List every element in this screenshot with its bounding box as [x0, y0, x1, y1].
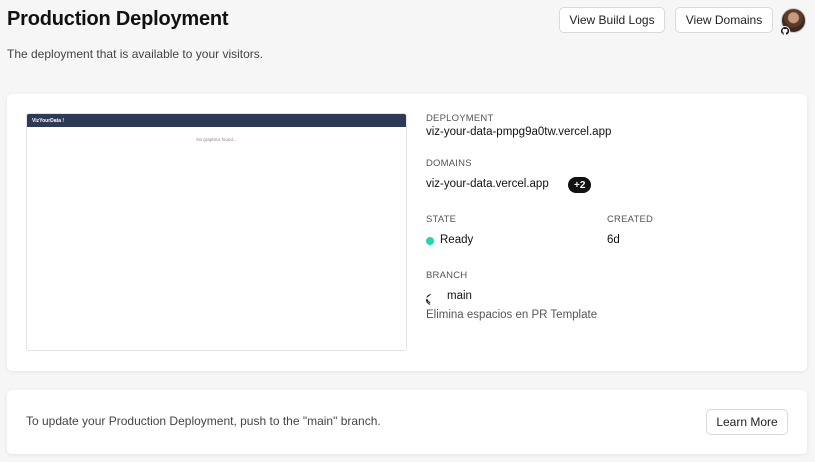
- state-label: STATE: [426, 214, 457, 225]
- update-info-card: To update your Production Deployment, pu…: [7, 390, 807, 454]
- status-value: Ready: [440, 234, 474, 246]
- update-message: To update your Production Deployment, pu…: [26, 414, 381, 428]
- preview-app-bar: VizYourData !: [27, 114, 406, 127]
- status-dot-icon: [426, 237, 434, 245]
- deployment-card: VizYourData ! No graphics found... DEPLO…: [7, 94, 807, 371]
- branch-link[interactable]: main: [447, 290, 472, 302]
- page-title: Production Deployment: [7, 8, 229, 30]
- github-icon: [425, 292, 437, 310]
- deployment-label: DEPLOYMENT: [426, 113, 494, 124]
- commit-message-link[interactable]: Elimina espacios en PR Template: [426, 309, 597, 321]
- page-header: Production Deployment The deployment tha…: [0, 0, 815, 80]
- github-icon: [780, 26, 790, 36]
- domain-link[interactable]: viz-your-data.vercel.app: [426, 178, 549, 190]
- preview-app-title: VizYourData !: [32, 117, 65, 124]
- view-domains-button[interactable]: View Domains: [675, 7, 773, 33]
- view-build-logs-button[interactable]: View Build Logs: [559, 7, 665, 33]
- branch-label: BRANCH: [426, 270, 468, 281]
- learn-more-button[interactable]: Learn More: [706, 409, 788, 435]
- preview-empty-message: No graphics found...: [196, 137, 237, 142]
- deployment-url-link[interactable]: viz-your-data-pmpg9a0tw.vercel.app: [426, 126, 611, 138]
- page-subtitle: The deployment that is available to your…: [7, 47, 264, 61]
- created-label: CREATED: [607, 214, 654, 225]
- domains-count-badge[interactable]: +2: [568, 177, 592, 193]
- created-value: 6d: [607, 234, 620, 246]
- deployment-preview[interactable]: VizYourData ! No graphics found...: [26, 113, 407, 351]
- domains-label: DOMAINS: [426, 158, 472, 169]
